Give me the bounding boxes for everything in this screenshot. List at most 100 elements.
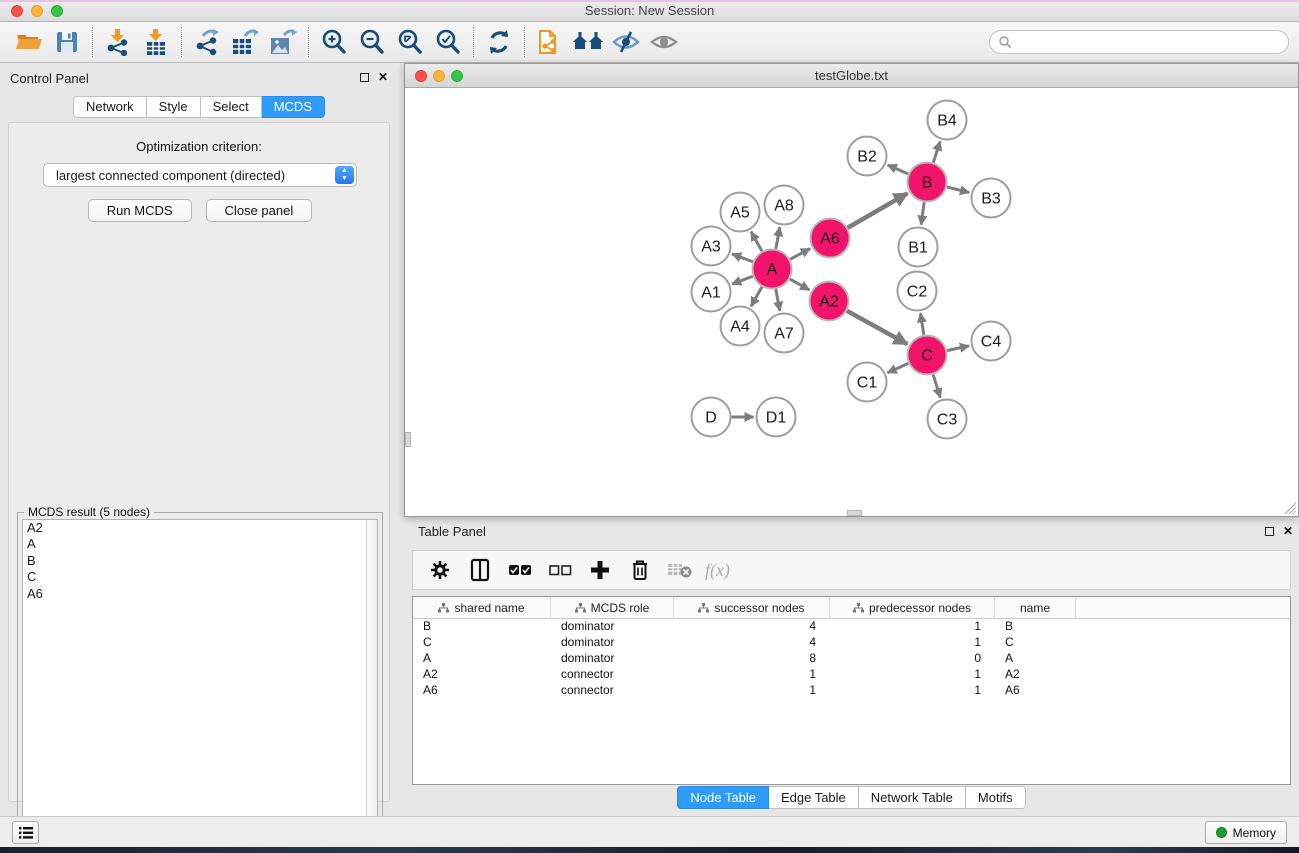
tab-style[interactable]: Style	[147, 96, 201, 118]
table-row[interactable]: Adominator80A	[413, 651, 1290, 667]
result-scrollbar[interactable]	[366, 520, 377, 846]
edge-B-B4[interactable]	[933, 141, 940, 162]
table-row[interactable]: A6connector11A6	[413, 683, 1290, 699]
titlebar-accent	[0, 0, 1299, 2]
column-header-successor-nodes[interactable]: successor nodes	[674, 597, 830, 619]
search-input[interactable]	[1012, 32, 1288, 52]
column-header-MCDS-role[interactable]: MCDS role	[551, 597, 674, 619]
table-row[interactable]: Cdominator41C	[413, 635, 1290, 651]
export-network-button[interactable]	[188, 25, 226, 59]
zoom-out-icon	[358, 28, 386, 56]
edge-A-A6[interactable]	[790, 249, 810, 260]
edge-A-A7[interactable]	[776, 289, 780, 311]
function-builder-button[interactable]: f(x)	[705, 555, 730, 585]
zoom-in-button[interactable]	[315, 25, 353, 59]
add-row-button[interactable]	[585, 555, 615, 585]
open-session-button[interactable]	[10, 25, 48, 59]
zoom-out-button[interactable]	[353, 25, 391, 59]
column-header-label: name	[1020, 601, 1050, 615]
memory-button[interactable]: Memory	[1205, 821, 1287, 844]
edge-C-C3[interactable]	[933, 375, 940, 398]
table-cell: dominator	[551, 635, 674, 651]
edge-C-C1[interactable]	[888, 363, 909, 372]
save-session-button[interactable]	[48, 25, 86, 59]
export-table-button[interactable]	[226, 25, 264, 59]
network-window-titlebar[interactable]: testGlobe.txt	[405, 64, 1298, 88]
close-panel-icon[interactable]: ✕	[378, 72, 388, 82]
criterion-select[interactable]: largest connected component (directed) ▲…	[43, 163, 357, 187]
edge-B-B3[interactable]	[947, 187, 969, 193]
column-header-shared-name[interactable]: shared name	[413, 597, 551, 619]
import-network-icon	[105, 28, 131, 56]
trash-icon	[630, 558, 650, 582]
tab-network-table[interactable]: Network Table	[859, 786, 966, 809]
node-label-A8: A8	[774, 198, 794, 215]
node-label-C4: C4	[981, 334, 1002, 351]
table-cell: 1	[674, 683, 830, 699]
delete-table-icon	[667, 561, 693, 579]
edge-A-A3[interactable]	[732, 254, 753, 262]
export-table-icon	[231, 28, 259, 56]
node-table[interactable]: shared nameMCDS rolesuccessor nodesprede…	[412, 596, 1291, 785]
table-cell: 1	[830, 619, 995, 635]
export-image-button[interactable]	[264, 25, 302, 59]
show-network-button[interactable]	[645, 25, 683, 59]
table-cell: 1	[830, 683, 995, 699]
node-label-B1: B1	[908, 240, 928, 257]
close-panel-button[interactable]: Close panel	[206, 199, 313, 222]
edge-C-C4[interactable]	[947, 346, 969, 351]
table-cell: B	[995, 619, 1076, 635]
table-row[interactable]: Bdominator41B	[413, 619, 1290, 635]
show-column-button[interactable]	[465, 555, 495, 585]
edge-B-B1[interactable]	[921, 202, 924, 224]
float-table-panel-icon[interactable]	[1265, 527, 1274, 536]
select-all-button[interactable]	[505, 555, 535, 585]
tab-mcds[interactable]: MCDS	[262, 96, 325, 118]
edge-A-A2[interactable]	[790, 279, 810, 290]
result-item: A2	[23, 520, 377, 536]
import-table-button[interactable]	[137, 25, 175, 59]
toolbar-search[interactable]	[989, 30, 1289, 54]
column-header-predecessor-nodes[interactable]: predecessor nodes	[830, 597, 995, 619]
tab-network[interactable]: Network	[73, 96, 147, 118]
canvas-vertical-scrollbar[interactable]	[405, 432, 411, 447]
new-network-from-file-button[interactable]	[531, 25, 569, 59]
show-panels-button[interactable]	[12, 821, 39, 844]
close-table-panel-icon[interactable]: ✕	[1283, 526, 1293, 536]
delete-table-button[interactable]	[665, 555, 695, 585]
import-network-button[interactable]	[99, 25, 137, 59]
run-mcds-button[interactable]: Run MCDS	[88, 199, 192, 222]
float-panel-icon[interactable]	[360, 73, 369, 82]
node-label-A7: A7	[774, 326, 794, 343]
table-row[interactable]: A2connector11A2	[413, 667, 1290, 683]
delete-row-button[interactable]	[625, 555, 655, 585]
mcds-result-list[interactable]: A2ABCA6	[22, 519, 378, 847]
edge-A2-C[interactable]	[847, 311, 907, 344]
open-session-home-button[interactable]	[569, 25, 607, 59]
refresh-button[interactable]	[480, 25, 518, 59]
window-resize-grip[interactable]	[1283, 501, 1296, 514]
table-cell: C	[995, 635, 1076, 651]
edge-B-B2[interactable]	[888, 165, 909, 174]
edge-A-A5[interactable]	[751, 232, 762, 252]
zoom-fit-button[interactable]	[391, 25, 429, 59]
edge-C-C2[interactable]	[920, 313, 923, 335]
table-settings-button[interactable]	[425, 555, 455, 585]
network-canvas[interactable]: B4B2BB3A5A8A6A3B1AA1C2A2A4A7C4CC1C3DD1	[405, 88, 1298, 516]
clear-selection-button[interactable]	[545, 555, 575, 585]
tab-motifs[interactable]: Motifs	[966, 786, 1026, 809]
select-all-icon	[508, 563, 532, 577]
edge-A6-B[interactable]	[848, 193, 908, 228]
canvas-horizontal-scrollbar[interactable]	[847, 510, 862, 516]
edge-A-A8[interactable]	[776, 227, 780, 249]
tab-node-table[interactable]: Node Table	[677, 786, 769, 809]
hide-network-button[interactable]	[607, 25, 645, 59]
column-header-name[interactable]: name	[995, 597, 1076, 619]
tab-select[interactable]: Select	[201, 96, 262, 118]
zoom-selected-button[interactable]	[429, 25, 467, 59]
node-label-A: A	[767, 262, 778, 279]
tab-edge-table[interactable]: Edge Table	[769, 786, 859, 809]
network-graph[interactable]: B4B2BB3A5A8A6A3B1AA1C2A2A4A7C4CC1C3DD1	[405, 88, 1298, 516]
edge-A-A4[interactable]	[751, 287, 762, 307]
edge-A-A1[interactable]	[732, 276, 753, 284]
